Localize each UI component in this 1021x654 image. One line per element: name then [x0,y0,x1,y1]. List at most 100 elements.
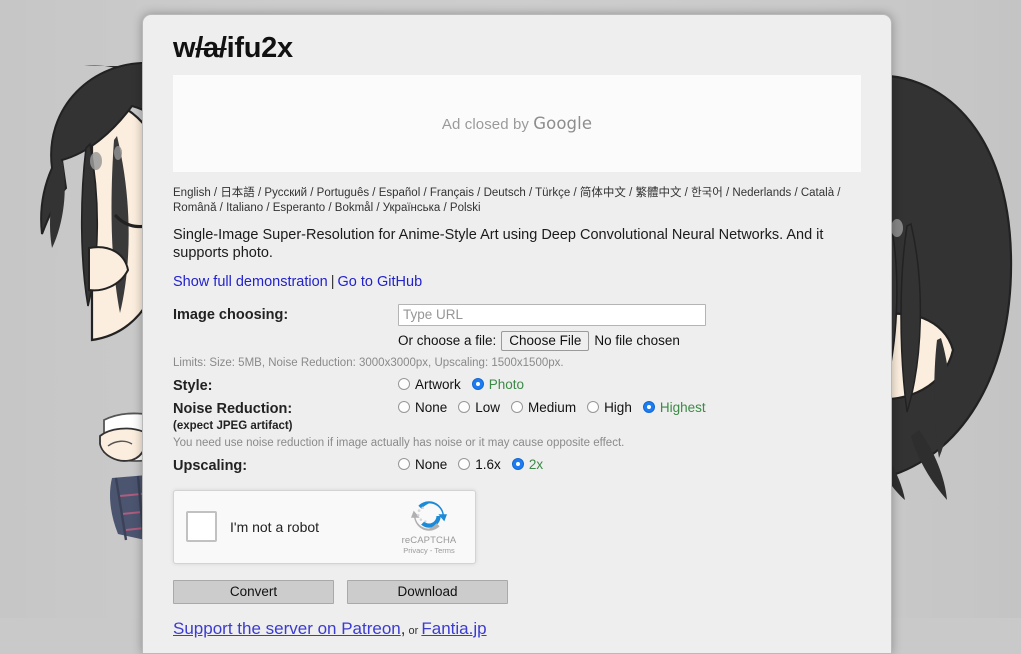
language-separator: / [834,186,841,199]
style-radio-0[interactable] [398,378,410,391]
recaptcha-checkbox[interactable] [186,511,217,543]
ad-closed-message: Ad closed by Google [442,114,592,133]
language-link-8[interactable]: 简体中文 [580,187,626,199]
title-part-struck: /a/ [195,32,227,64]
download-button[interactable]: Download [347,579,508,604]
advertisement-slot: Ad closed by Google [173,74,861,172]
language-link-5[interactable]: Français [430,187,474,199]
noise-reduction-radio-label-2: Medium [528,399,577,415]
language-separator: / [254,186,265,199]
noise-reduction-radio-0[interactable] [398,401,410,414]
language-link-11[interactable]: Nederlands [732,187,791,199]
upscaling-option-2x[interactable]: 2x [511,457,543,472]
language-link-17[interactable]: Українська [383,202,441,214]
upscaling-radio-group[interactable]: None 1.6x 2x [398,455,861,472]
language-separator: / [263,202,273,215]
support-or-text: or [405,624,422,637]
language-link-4[interactable]: Español [379,187,421,199]
language-separator: / [325,202,335,215]
action-button-row: Convert Download [173,579,861,604]
recaptcha-legal-links[interactable]: Privacy - Terms [392,546,466,555]
language-separator: / [722,186,733,199]
support-links: Support the server on Patreon, or Fantia… [173,619,861,639]
language-link-12[interactable]: Català [801,187,834,199]
language-link-14[interactable]: Italiano [226,202,263,214]
noise-reduction-row: Noise Reduction: (expect JPEG artifact) … [173,398,861,433]
noise-reduction-hint: You need use noise reduction if image ac… [173,436,625,449]
upscaling-option-1.6x[interactable]: 1.6x [458,457,501,472]
no-file-chosen-text: No file chosen [594,333,680,349]
noise-reduction-radio-3[interactable] [587,401,600,414]
style-radio-group[interactable]: Artwork Photo [398,375,861,392]
image-choosing-row: Image choosing: Or choose a file: Choose… [173,303,861,351]
language-separator: / [307,186,317,199]
language-separator: / [440,202,450,215]
style-option-photo[interactable]: Photo [471,376,525,392]
style-label: Style: [173,377,213,394]
upscaling-radio-0[interactable] [398,458,410,471]
github-link[interactable]: Go to GitHub [338,274,423,290]
language-link-6[interactable]: Deutsch [484,187,526,199]
style-radio-label-0: Artwork [415,376,461,392]
language-separator: / [373,202,383,215]
style-option-artwork[interactable]: Artwork [398,377,461,392]
or-choose-file-label: Or choose a file: [398,333,497,349]
upscaling-radio-label-0: None [415,456,448,472]
language-link-7[interactable]: Türkçe [535,187,570,199]
fantia-link[interactable]: Fantia.jp [421,619,486,638]
language-link-16[interactable]: Bokmål [335,202,373,214]
upscaling-radio-2[interactable] [511,458,524,471]
recaptcha-branding: reCAPTCHA Privacy - Terms [392,498,466,555]
noise-reduction-option-highest[interactable]: Highest [642,399,706,415]
language-selector[interactable]: English / 日本語 / Русский / Português / Es… [173,186,853,217]
noise-reduction-label-text: Noise Reduction: [173,400,293,417]
style-radio-label-1: Photo [488,376,525,392]
language-link-18[interactable]: Polski [450,202,481,214]
noise-reduction-option-none[interactable]: None [398,400,447,415]
noise-reduction-radio-2[interactable] [511,401,524,414]
title-part-before: w [173,32,196,64]
noise-reduction-option-low[interactable]: Low [458,400,500,415]
page-title: w/a/ifu2x [173,32,861,65]
noise-reduction-option-medium[interactable]: Medium [511,400,576,415]
language-link-1[interactable]: 日本語 [220,187,255,199]
upscaling-radio-1[interactable] [458,458,471,471]
convert-button[interactable]: Convert [173,579,334,604]
language-link-13[interactable]: Română [173,202,216,214]
noise-reduction-radio-label-3: High [604,399,632,415]
noise-reduction-radio-label-1: Low [475,399,501,415]
noise-reduction-radio-4[interactable] [642,401,655,414]
noise-reduction-sublabel: (expect JPEG artifact) [173,419,293,432]
language-link-0[interactable]: English [173,187,211,199]
noise-reduction-radio-group[interactable]: None Low Medium High Highest [398,398,861,415]
language-link-10[interactable]: 한국어 [691,187,723,199]
language-separator: / [210,186,221,199]
recaptcha-widget[interactable]: I'm not a robot reCAPTCHA Privacy - Term… [173,489,476,564]
noise-reduction-option-high[interactable]: High [587,400,632,415]
style-radio-1[interactable] [471,378,484,391]
show-demonstration-link[interactable]: Show full demonstration [173,274,328,290]
language-separator: / [473,186,484,199]
style-row: Style: Artwork Photo [173,375,861,396]
title-part-after: ifu2x [226,32,293,64]
language-separator: / [525,186,536,199]
choose-file-button[interactable]: Choose File [501,330,590,351]
language-link-2[interactable]: Русский [264,187,307,199]
noise-reduction-radio-label-4: Highest [659,399,706,415]
upscaling-label: Upscaling: [173,457,248,474]
main-content-panel: w/a/ifu2x Ad closed by Google English / … [142,14,892,654]
upscaling-option-none[interactable]: None [398,457,447,472]
recaptcha-logo-icon [411,501,447,531]
patreon-link[interactable]: Support the server on Patreon [173,619,401,638]
language-link-9[interactable]: 繁體中文 [635,187,681,199]
image-url-input[interactable] [398,303,706,326]
language-separator: / [570,186,580,199]
language-link-15[interactable]: Esperanto [273,202,325,214]
ad-closed-prefix: Ad closed by [441,115,534,133]
noise-reduction-radio-label-0: None [415,399,448,415]
upscaling-radio-label-1: 1.6x [475,456,501,472]
language-link-3[interactable]: Português [317,187,369,199]
link-separator: | [330,273,335,290]
language-separator: / [216,202,227,215]
noise-reduction-radio-1[interactable] [458,401,471,414]
